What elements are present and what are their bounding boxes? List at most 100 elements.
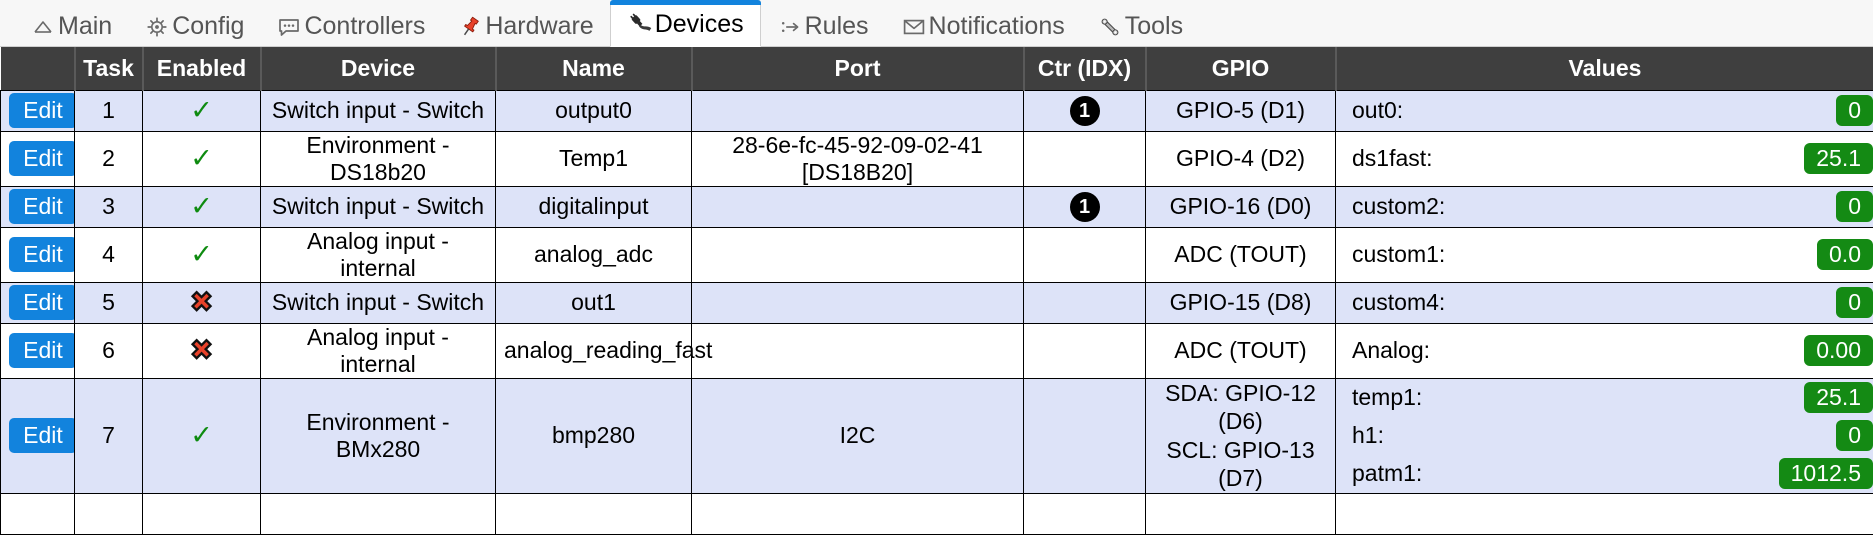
device-port: I2C bbox=[691, 377, 1024, 494]
table-row: Edit 7 ✓ Environment - BMx280 bmp280 I2C SDA: … bbox=[0, 377, 1873, 494]
check-icon: ✓ bbox=[190, 419, 213, 450]
value-row: Analog: 0.00 bbox=[1344, 331, 1873, 371]
device-type: Environment - BMx280 bbox=[260, 377, 496, 494]
gpio-pin: GPIO-4 (D2) bbox=[1145, 130, 1336, 187]
task-number: 7 bbox=[74, 377, 143, 494]
edit-cell: Edit bbox=[0, 377, 77, 494]
edit-button[interactable]: Edit bbox=[9, 236, 77, 273]
value-row: custom4: 0 bbox=[1344, 283, 1873, 323]
speech-bubble-icon bbox=[276, 14, 302, 40]
main-navigation-bar: Main Config Controllers Hardware Devices Rule… bbox=[0, 0, 1873, 47]
device-type: Switch input - Switch bbox=[260, 185, 496, 228]
devices-table-body: Edit 1 ✓ Switch input - Switch output0 1 GPIO-… bbox=[0, 89, 1873, 535]
nav-tab-notifications[interactable]: Notifications bbox=[885, 5, 1081, 46]
value-list: out0: 0 bbox=[1344, 91, 1873, 131]
edit-button[interactable]: Edit bbox=[9, 284, 77, 321]
cross-icon: ✖ bbox=[189, 286, 213, 317]
column-header-task: Task bbox=[73, 47, 143, 90]
values-cell: Analog: 0.00 bbox=[1335, 322, 1873, 379]
value-badge: 0 bbox=[1836, 286, 1873, 319]
edit-cell: Edit bbox=[0, 226, 77, 283]
nav-tab-config[interactable]: Config bbox=[128, 5, 260, 46]
values-cell: custom1: 0.0 bbox=[1335, 226, 1873, 283]
wrench-icon bbox=[1097, 14, 1123, 40]
value-badge: 25.1 bbox=[1804, 381, 1873, 414]
enabled-cell: ✓ bbox=[142, 89, 261, 132]
column-header-ctr-idx: Ctr (IDX) bbox=[1022, 47, 1146, 90]
device-name: Temp1 bbox=[495, 130, 692, 187]
enabled-cell: ✓ bbox=[142, 130, 261, 187]
value-badge: 0 bbox=[1836, 419, 1873, 452]
value-label: h1: bbox=[1352, 422, 1384, 449]
nav-tab-label: Tools bbox=[1124, 12, 1184, 40]
nav-tab-hardware[interactable]: Hardware bbox=[441, 5, 609, 46]
plug-icon bbox=[627, 11, 653, 37]
ctr-idx-cell bbox=[1023, 130, 1146, 187]
value-label: custom4: bbox=[1352, 289, 1446, 315]
value-label: custom1: bbox=[1352, 241, 1446, 267]
table-cell-partial bbox=[142, 492, 261, 535]
nav-tab-controllers[interactable]: Controllers bbox=[260, 5, 441, 46]
edit-cell: Edit bbox=[0, 130, 77, 187]
value-row: ds1fast: 25.1 bbox=[1344, 139, 1873, 179]
devices-table-head: Task Enabled Device Name Port Ctr (IDX) … bbox=[0, 47, 1873, 90]
edit-button[interactable]: Edit bbox=[9, 417, 77, 454]
nav-tab-label: Devices bbox=[654, 9, 744, 38]
nav-tab-label: Notifications bbox=[928, 12, 1065, 40]
task-number: 1 bbox=[74, 89, 143, 132]
gpio-cell: SDA: GPIO-12 (D6) SCL: GPIO-13 (D7) bbox=[1145, 377, 1336, 494]
ctr-idx-cell: 1 bbox=[1023, 89, 1146, 132]
column-header-edit bbox=[0, 47, 75, 90]
value-list: custom2: 0 bbox=[1344, 187, 1873, 227]
value-label: patm1: bbox=[1352, 460, 1423, 487]
device-name: digitalinput bbox=[495, 185, 692, 228]
value-row: h1: 0 bbox=[1344, 417, 1873, 455]
table-cell-partial bbox=[1335, 492, 1873, 535]
value-label: custom2: bbox=[1352, 193, 1446, 219]
value-row: out0: 0 bbox=[1344, 91, 1873, 131]
home-icon bbox=[30, 14, 56, 40]
table-row: Edit 6 ✖ Analog input - internal analog_read… bbox=[0, 322, 1873, 379]
nav-tab-devices[interactable]: Devices bbox=[609, 0, 761, 47]
edit-button[interactable]: Edit bbox=[9, 332, 77, 369]
column-header-device: Device bbox=[259, 47, 496, 90]
values-cell: ds1fast: 25.1 bbox=[1335, 130, 1873, 187]
nav-tab-rules[interactable]: Rules bbox=[761, 5, 885, 46]
column-header-enabled: Enabled bbox=[141, 47, 261, 90]
device-name: out1 bbox=[495, 281, 692, 324]
table-row-partial bbox=[0, 492, 1873, 535]
column-header-gpio: GPIO bbox=[1144, 47, 1336, 90]
value-list: custom4: 0 bbox=[1344, 283, 1873, 323]
task-number: 4 bbox=[74, 226, 143, 283]
values-cell: custom4: 0 bbox=[1335, 281, 1873, 324]
check-icon: ✓ bbox=[190, 238, 213, 269]
value-badge: 1012.5 bbox=[1778, 457, 1873, 490]
gpio-pin: ADC (TOUT) bbox=[1145, 226, 1336, 283]
task-number: 6 bbox=[74, 322, 143, 379]
value-row: patm1: 1012.5 bbox=[1344, 455, 1873, 493]
nav-tab-main[interactable]: Main bbox=[14, 5, 128, 46]
value-list: temp1: 25.1 h1: 0 patm1: 1012.5 bbox=[1344, 379, 1873, 493]
nav-tab-tools[interactable]: Tools bbox=[1081, 5, 1199, 46]
edit-button[interactable]: Edit bbox=[9, 188, 77, 225]
value-row: custom2: 0 bbox=[1344, 187, 1873, 227]
values-cell: temp1: 25.1 h1: 0 patm1: 1012.5 bbox=[1335, 377, 1873, 494]
value-badge: 0.0 bbox=[1817, 238, 1873, 271]
enabled-cell: ✓ bbox=[142, 226, 261, 283]
ctr-idx-cell: 1 bbox=[1023, 185, 1146, 228]
value-row: temp1: 25.1 bbox=[1344, 379, 1873, 417]
table-row: Edit 5 ✖ Switch input - Switch out1 GPIO-15 (… bbox=[0, 281, 1873, 324]
device-type: Switch input - Switch bbox=[260, 281, 496, 324]
value-label: out0: bbox=[1352, 97, 1404, 123]
value-list: Analog: 0.00 bbox=[1344, 331, 1873, 371]
value-list: custom1: 0.0 bbox=[1344, 235, 1873, 275]
column-header-values: Values bbox=[1334, 47, 1873, 90]
gpio-pin-line: SCL: GPIO-13 (D7) bbox=[1166, 436, 1315, 492]
table-cell-partial bbox=[495, 492, 692, 535]
device-name: analog_reading_fast bbox=[495, 322, 712, 379]
value-badge: 0.00 bbox=[1804, 334, 1873, 367]
nav-tab-label: Controllers bbox=[304, 12, 426, 40]
device-type: Analog input - internal bbox=[260, 322, 496, 379]
edit-button[interactable]: Edit bbox=[9, 140, 77, 177]
edit-button[interactable]: Edit bbox=[9, 92, 77, 129]
